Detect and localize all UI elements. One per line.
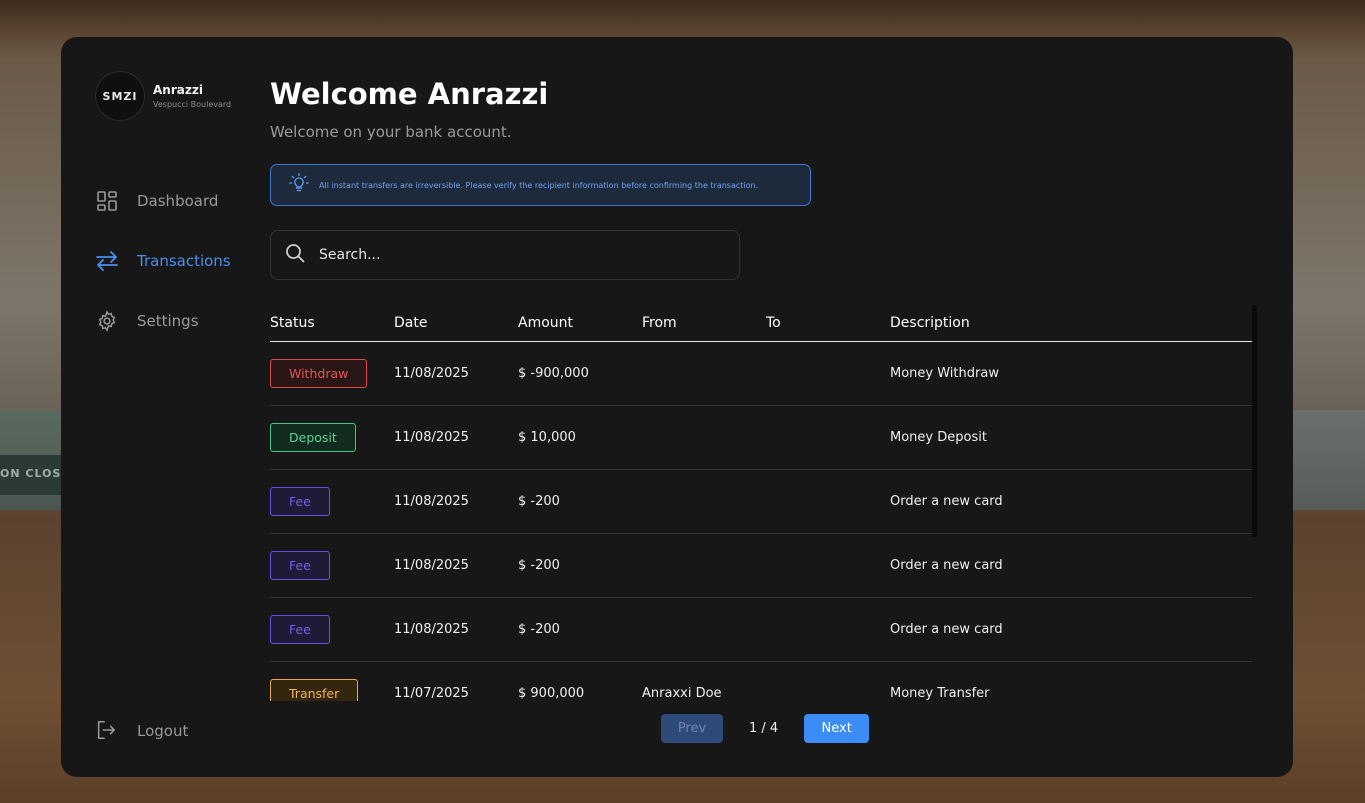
cell-date: 11/08/2025 (394, 366, 469, 381)
sidebar-item-transactions[interactable]: Transactions (95, 249, 231, 273)
search-icon (285, 243, 305, 267)
page-indicator: 1 / 4 (749, 721, 779, 736)
column-header-from: From (642, 315, 677, 331)
cell-date: 11/08/2025 (394, 430, 469, 445)
cell-description: Order a new card (890, 558, 1003, 573)
status-badge: Transfer (270, 679, 359, 701)
logout-label: Logout (137, 722, 189, 740)
table-row[interactable]: Deposit 11/08/2025 $ 10,000 Money Deposi… (270, 406, 1252, 470)
cell-description: Order a new card (890, 622, 1003, 637)
cell-amount: $ -200 (518, 622, 560, 637)
profile-name: Anrazzi (153, 83, 203, 97)
cell-description: Money Withdraw (890, 366, 999, 381)
transfer-arrows-icon (95, 249, 119, 273)
logout-icon (95, 719, 119, 743)
cell-amount: $ 900,000 (518, 686, 585, 701)
cell-date: 11/08/2025 (394, 494, 469, 509)
cell-date: 11/07/2025 (394, 686, 469, 701)
sidebar-item-label: Transactions (137, 252, 231, 270)
gear-icon (95, 309, 119, 333)
lightbulb-icon (289, 173, 309, 197)
cell-amount: $ -200 (518, 558, 560, 573)
table-row[interactable]: Fee 11/08/2025 $ -200 Order a new card (270, 534, 1252, 598)
status-badge: Fee (270, 551, 330, 580)
table-scrollbar[interactable] (1252, 305, 1257, 537)
notice-text: All instant transfers are irreversible. … (319, 180, 759, 190)
search-input[interactable] (317, 246, 701, 264)
column-header-status: Status (270, 315, 315, 331)
sidebar-item-label: Dashboard (137, 192, 219, 210)
background-sign: ON CLOS (0, 455, 62, 495)
profile-location: Vespucci Boulevard (153, 100, 232, 109)
sidebar-item-label: Settings (137, 312, 199, 330)
column-header-to: To (766, 315, 781, 331)
cell-description: Money Transfer (890, 686, 990, 701)
cell-description: Money Deposit (890, 430, 987, 445)
column-header-description: Description (890, 315, 970, 331)
cell-amount: $ -900,000 (518, 366, 589, 381)
prev-button[interactable]: Prev (661, 714, 723, 743)
table-row[interactable]: Fee 11/08/2025 $ -200 Order a new card (270, 598, 1252, 662)
background-counter-right (1293, 410, 1365, 510)
cell-date: 11/08/2025 (394, 622, 469, 637)
cell-date: 11/08/2025 (394, 558, 469, 573)
bank-app-panel: SMZI Anrazzi Vespucci Boulevard Dashboar… (61, 37, 1293, 777)
table-row[interactable]: Fee 11/08/2025 $ -200 Order a new card (270, 470, 1252, 534)
sidebar-item-dashboard[interactable]: Dashboard (95, 189, 218, 213)
pagination: Prev 1 / 4 Next (661, 714, 870, 743)
sidebar-item-settings[interactable]: Settings (95, 309, 199, 333)
status-badge: Fee (270, 487, 330, 516)
avatar: SMZI (95, 71, 145, 121)
page-subtitle: Welcome on your bank account. (270, 123, 512, 141)
page-title: Welcome Anrazzi (270, 77, 549, 111)
cell-description: Order a new card (890, 494, 1003, 509)
profile: SMZI Anrazzi Vespucci Boulevard (95, 71, 231, 121)
search-box[interactable] (270, 230, 740, 280)
cell-amount: $ -200 (518, 494, 560, 509)
cell-amount: $ 10,000 (518, 430, 576, 445)
dashboard-icon (95, 189, 119, 213)
table-row[interactable]: Transfer 11/07/2025 $ 900,000 Anraxxi Do… (270, 662, 1252, 701)
cell-from: Anraxxi Doe (642, 686, 722, 701)
column-header-amount: Amount (518, 315, 574, 331)
next-button[interactable]: Next (804, 714, 870, 743)
status-badge: Fee (270, 615, 330, 644)
logout-button[interactable]: Logout (95, 719, 188, 743)
status-badge: Withdraw (270, 359, 368, 388)
transactions-table: Status Date Amount From To Description W… (270, 305, 1252, 701)
column-header-date: Date (394, 315, 428, 331)
info-notice: All instant transfers are irreversible. … (270, 164, 811, 206)
table-row[interactable]: Withdraw 11/08/2025 $ -900,000 Money Wit… (270, 342, 1252, 406)
table-header: Status Date Amount From To Description (270, 305, 1252, 342)
status-badge: Deposit (270, 423, 356, 452)
